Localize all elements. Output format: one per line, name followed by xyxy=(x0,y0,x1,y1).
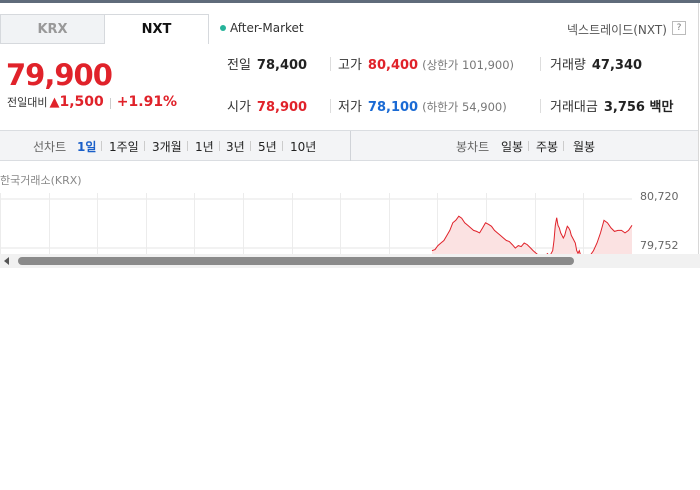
stat-amount: 거래대금 3,756 백만 xyxy=(550,96,673,115)
line-chart-label: 선차트 xyxy=(33,140,67,154)
session-status: After-Market xyxy=(220,21,304,35)
period-10y[interactable]: 10년 xyxy=(290,138,316,155)
stat-value: 78,900 xyxy=(256,100,308,115)
upper-limit: (상한가 101,900) xyxy=(422,58,515,72)
toolbar-divider xyxy=(350,131,351,161)
change-label: 전일대비 xyxy=(7,96,48,109)
divider xyxy=(330,57,331,71)
candle-weekly[interactable]: 주봉 xyxy=(536,138,558,155)
change-row: 전일대비 ▲1,500 +1.91% xyxy=(7,94,177,110)
tab-krx[interactable]: KRX xyxy=(0,14,105,44)
stat-label: 거래량 xyxy=(550,58,586,73)
chart-toolbar: 선차트 1일 1주일 3개월 1년 3년 5년 10년 봉차트 일봉 주봉 월봉 xyxy=(0,130,698,161)
stock-quote-widget: KRX NXT After-Market 넥스트레이드(NXT) ? 79,90… xyxy=(0,3,699,268)
stat-volume: 거래량 47,340 xyxy=(550,54,642,73)
session-label: After-Market xyxy=(230,21,304,35)
price-chart xyxy=(0,193,633,257)
change-percent: +1.91% xyxy=(116,94,178,110)
y-tick-label-top: 80,720 xyxy=(640,190,679,203)
chart-title: 한국거래소(KRX) xyxy=(0,174,82,187)
stat-open: 시가 78,900 xyxy=(227,96,307,115)
period-1d[interactable]: 1일 xyxy=(77,138,96,155)
period-3m[interactable]: 3개월 xyxy=(152,138,182,155)
lower-limit: (하한가 54,900) xyxy=(422,100,507,114)
candle-daily[interactable]: 일봉 xyxy=(501,138,523,155)
divider xyxy=(528,141,529,151)
status-dot-icon xyxy=(220,24,226,31)
current-price: 79,900 xyxy=(6,58,113,92)
series-area xyxy=(590,220,632,257)
change-value: 1,500 xyxy=(59,94,104,110)
stat-label: 거래대금 xyxy=(550,100,598,115)
stat-value: 78,400 xyxy=(256,58,308,73)
help-icon[interactable]: ? xyxy=(672,21,686,35)
divider xyxy=(250,141,251,151)
series-area xyxy=(432,216,548,257)
candle-chart-label: 봉차트 xyxy=(456,140,490,154)
divider xyxy=(109,97,111,109)
stat-low: 저가 78,100 (하한가 54,900) xyxy=(338,96,507,115)
stat-prev-close: 전일 78,400 xyxy=(227,54,307,73)
stat-label: 저가 xyxy=(338,100,362,115)
stat-high: 고가 80,400 (상한가 101,900) xyxy=(338,54,514,73)
scroll-left-icon[interactable] xyxy=(4,257,9,265)
y-tick-label-mid: 79,752 xyxy=(640,239,679,252)
divider xyxy=(144,141,145,151)
up-triangle-icon: ▲ xyxy=(49,95,60,110)
stat-label: 고가 xyxy=(338,58,362,73)
period-1w[interactable]: 1주일 xyxy=(109,138,139,155)
divider xyxy=(101,141,102,151)
divider xyxy=(282,141,283,151)
divider xyxy=(330,99,331,113)
stat-value: 3,756 백만 xyxy=(603,100,674,115)
stat-label: 시가 xyxy=(227,100,251,115)
period-1y[interactable]: 1년 xyxy=(195,138,214,155)
divider xyxy=(540,99,541,113)
period-5y[interactable]: 5년 xyxy=(258,138,277,155)
divider xyxy=(563,141,564,151)
market-name: 넥스트레이드(NXT) xyxy=(567,23,667,37)
stat-value: 47,340 xyxy=(591,58,643,73)
candle-monthly[interactable]: 월봉 xyxy=(573,138,595,155)
divider xyxy=(219,141,220,151)
divider xyxy=(540,57,541,71)
stat-value: 80,400 xyxy=(367,58,419,73)
period-3y[interactable]: 3년 xyxy=(226,138,245,155)
scrollbar-thumb[interactable] xyxy=(18,257,574,265)
tab-nxt[interactable]: NXT xyxy=(104,14,209,44)
stat-label: 전일 xyxy=(227,58,251,73)
divider xyxy=(187,141,188,151)
horizontal-scrollbar[interactable] xyxy=(0,254,700,268)
stat-value: 78,100 xyxy=(367,100,419,115)
